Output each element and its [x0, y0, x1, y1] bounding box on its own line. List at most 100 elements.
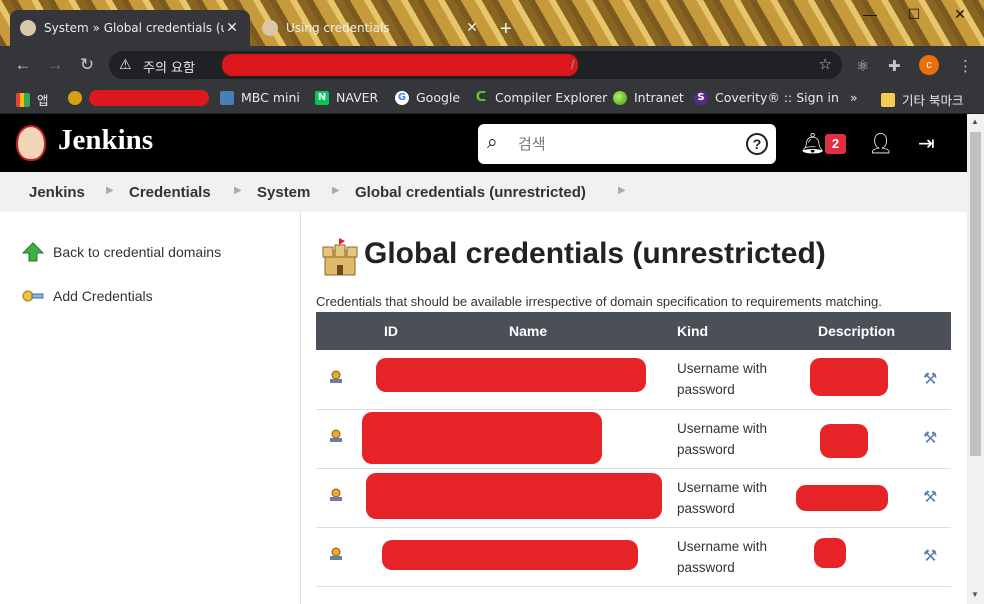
credential-user-icon [330, 370, 342, 383]
side-panel: Back to credential domains Add Credentia… [0, 212, 301, 604]
update-wrench-icon[interactable]: ⚒ [923, 548, 937, 565]
bookmark-other[interactable]: 기타 북마크 [881, 90, 963, 109]
minimize-button[interactable]: — [860, 6, 880, 22]
new-tab-button[interactable]: + [500, 18, 512, 41]
bookmark-label: Intranet [634, 90, 684, 105]
bookmark-mbc-mini[interactable]: MBC mini [220, 90, 300, 105]
warning-icon: ⚠ [119, 56, 132, 72]
bookmark-label: MBC mini [241, 90, 300, 105]
breadcrumb-chevron-icon[interactable]: ▶ [332, 185, 340, 196]
column-header-name[interactable]: Name [501, 312, 669, 350]
credential-user-icon [330, 488, 342, 501]
bookmark-label: 기타 북마크 [902, 93, 964, 108]
up-arrow-icon [22, 242, 44, 262]
tab-jenkins-credentials[interactable]: System » Global credentials (un ✕ [10, 10, 250, 46]
back-arrow-icon[interactable]: ← [12, 55, 34, 75]
url-text: / [571, 57, 575, 72]
bookmark-redacted[interactable] [68, 90, 209, 106]
main-panel: Global credentials (unrestricted) Creden… [302, 212, 967, 604]
jenkins-favicon-icon [262, 20, 278, 36]
bookmark-label: NAVER [336, 90, 379, 105]
table-row: Username with password ⚒ [316, 350, 951, 409]
search-input[interactable] [518, 132, 728, 156]
tab-using-credentials[interactable]: Using credentials ✕ [252, 10, 490, 46]
bookmark-intranet[interactable]: Intranet [613, 90, 684, 105]
sidebar-item-label: Add Credentials [53, 288, 153, 304]
column-header-description[interactable]: Description [810, 312, 915, 350]
globe-icon [68, 91, 82, 105]
breadcrumb-system[interactable]: System [257, 184, 310, 201]
browser-tab-strip: System » Global credentials (un ✕ Using … [0, 0, 984, 46]
redacted-url [222, 54, 578, 76]
breadcrumb-global-credentials[interactable]: Global credentials (unrestricted) [355, 184, 586, 201]
react-devtools-icon[interactable]: ⚛ [856, 57, 869, 75]
intranet-icon [613, 90, 627, 105]
scroll-up-arrow-icon[interactable]: ▲ [971, 117, 979, 126]
kind-line: Username with [677, 479, 768, 495]
profile-avatar[interactable]: c [919, 55, 939, 75]
page-scrollbar[interactable]: ▲ ▼ [967, 114, 984, 604]
bookmark-coverity[interactable]: S Coverity® :: Sign in [694, 90, 839, 105]
redacted-description [820, 423, 868, 458]
breadcrumb-chevron-icon[interactable]: ▶ [234, 185, 242, 196]
maximize-button[interactable]: ☐ [904, 6, 924, 23]
update-wrench-icon[interactable]: ⚒ [923, 489, 937, 506]
table-row: Username with password ⚒ [316, 468, 951, 527]
tab-title: System » Global credentials (un [44, 21, 224, 35]
forward-arrow-icon[interactable]: → [44, 55, 66, 75]
mbc-icon [220, 90, 234, 105]
bookmarks-overflow-button[interactable]: » [850, 90, 858, 105]
google-icon: G [395, 90, 409, 105]
bookmark-apps[interactable]: 앱 [16, 90, 49, 109]
extensions-puzzle-icon[interactable]: ✚ [888, 57, 901, 75]
bookmark-label: Compiler Explorer [495, 90, 608, 105]
tab-title: Using credentials [286, 21, 390, 35]
column-header-kind[interactable]: Kind [669, 312, 810, 350]
breadcrumb-credentials[interactable]: Credentials [129, 184, 211, 201]
bookmark-google[interactable]: G Google [395, 90, 460, 105]
folder-icon [881, 92, 895, 107]
bell-icon[interactable]: 🔔︎ [800, 131, 825, 156]
bookmark-compiler-explorer[interactable]: ᑕ Compiler Explorer [474, 90, 608, 105]
breadcrumb-chevron-icon[interactable]: ▶ [618, 185, 626, 196]
redacted-description [796, 484, 888, 511]
jenkins-brand[interactable]: Jenkins [58, 124, 153, 157]
close-tab-icon[interactable]: ✕ [224, 20, 240, 36]
scrollbar-thumb[interactable] [970, 132, 981, 456]
breadcrumb-jenkins[interactable]: Jenkins [29, 184, 85, 201]
close-tab-icon[interactable]: ✕ [464, 20, 480, 36]
sidebar-item-label: Back to credential domains [53, 244, 222, 260]
breadcrumb-chevron-icon[interactable]: ▶ [106, 185, 114, 196]
redacted-description [810, 358, 888, 396]
address-bar[interactable]: ⚠ 주의 요함 / ☆ [109, 51, 842, 79]
user-icon[interactable]: 👤︎ [868, 131, 893, 156]
kind-line: password [677, 559, 735, 575]
redacted-description [814, 537, 846, 568]
redacted-id-name [362, 411, 602, 464]
update-wrench-icon[interactable]: ⚒ [923, 430, 937, 447]
logout-icon[interactable]: ⇥ [918, 131, 935, 156]
breadcrumb: Jenkins ▶ Credentials ▶ System ▶ Global … [0, 172, 967, 212]
table-row: Username with password ⚒ [316, 527, 951, 586]
add-credentials-link[interactable]: Add Credentials [22, 286, 153, 306]
close-window-button[interactable]: ✕ [950, 6, 970, 23]
search-icon: ⌕ [487, 132, 498, 153]
reload-icon[interactable]: ↻ [76, 55, 98, 75]
key-icon [22, 290, 44, 302]
notification-badge[interactable]: 2 [825, 134, 846, 154]
bookmark-naver[interactable]: N NAVER [315, 90, 378, 105]
bookmark-star-icon[interactable]: ☆ [819, 55, 832, 73]
update-wrench-icon[interactable]: ⚒ [923, 371, 937, 388]
menu-kebab-icon[interactable]: ⋮ [958, 57, 973, 75]
column-header-id[interactable]: ID [376, 312, 501, 350]
bookmark-label: Coverity® :: Sign in [715, 90, 839, 105]
kind-line: password [677, 382, 735, 398]
redacted-id-name [382, 539, 638, 570]
jenkins-header: Jenkins ⌕ ? 🔔︎ 👤︎ ⇥ [0, 114, 967, 172]
back-to-credential-domains-link[interactable]: Back to credential domains [22, 242, 221, 262]
jenkins-logo-icon[interactable] [16, 125, 46, 161]
kind-line: Username with [677, 361, 768, 377]
help-icon[interactable]: ? [746, 133, 768, 155]
credential-user-icon [330, 429, 342, 442]
scroll-down-arrow-icon[interactable]: ▼ [971, 590, 979, 599]
